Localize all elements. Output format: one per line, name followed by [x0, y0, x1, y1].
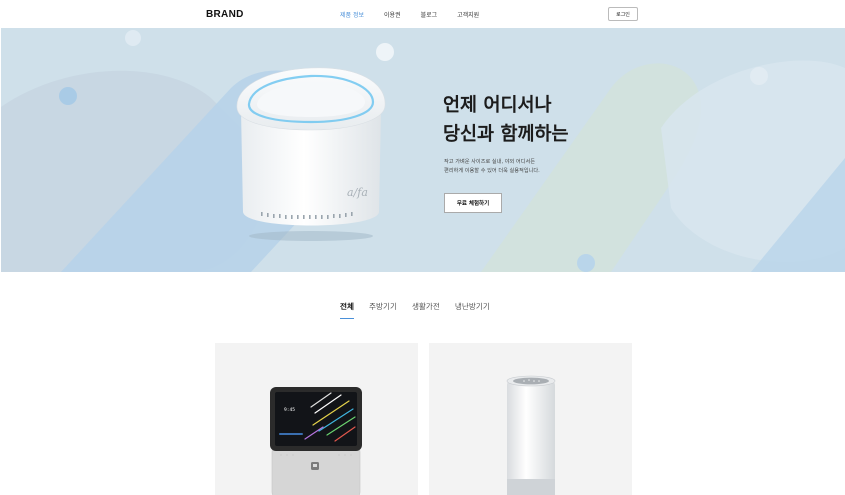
product-card-air-purifier[interactable] — [429, 343, 632, 495]
nav-item-support[interactable]: 고객지원 — [457, 10, 479, 19]
hero-banner: a/fa 언제 어디서나 당신과 함께하는 작고 가벼운 사이즈로 실내, 야외… — [1, 28, 845, 272]
login-button[interactable]: 로그인 — [608, 7, 638, 21]
hero-title: 언제 어디서나 당신과 함께하는 — [443, 91, 569, 149]
hero-title-line-1: 언제 어디서나 — [443, 95, 552, 116]
hero-desc-line-1: 작고 가벼운 사이즈로 실내, 야외 어디서든 — [444, 159, 536, 165]
hero-desc-line-2: 편리하게 이용할 수 있어 더욱 실용적입니다. — [444, 168, 540, 174]
display-clock: 9:45 — [284, 408, 296, 413]
category-tabs: 전체 주방기기 생활가전 냉난방기기 — [340, 301, 490, 319]
main-nav: 제품 정보 이용권 블로그 고객지원 — [340, 10, 479, 19]
tab-climate[interactable]: 냉난방기기 — [455, 301, 490, 319]
product-card-smart-display[interactable]: 9:45 — [215, 343, 418, 495]
device-brand-mark: a/fa — [347, 186, 368, 199]
tab-living[interactable]: 생활가전 — [412, 301, 440, 319]
nav-item-product-info[interactable]: 제품 정보 — [340, 10, 364, 19]
hero-background-shapes — [1, 30, 845, 272]
free-trial-button[interactable]: 무료 체험하기 — [444, 193, 502, 213]
brand-logo[interactable]: BRAND — [206, 9, 244, 20]
nav-item-blog[interactable]: 블로그 — [421, 10, 438, 19]
air-purifier-image — [506, 375, 556, 495]
nav-item-subscription[interactable]: 이용권 — [384, 10, 401, 19]
tab-all[interactable]: 전체 — [340, 301, 354, 319]
hero-description: 작고 가벼운 사이즈로 실내, 야외 어디서든 편리하게 이용할 수 있어 더욱… — [444, 158, 540, 176]
hero-device-image: a/fa — [236, 67, 386, 241]
hero-title-line-2: 당신과 함께하는 — [443, 124, 569, 145]
smart-display-image — [270, 387, 362, 495]
site-header: BRAND 제품 정보 이용권 블로그 고객지원 로그인 — [0, 0, 845, 28]
tab-kitchen[interactable]: 주방기기 — [369, 301, 397, 319]
